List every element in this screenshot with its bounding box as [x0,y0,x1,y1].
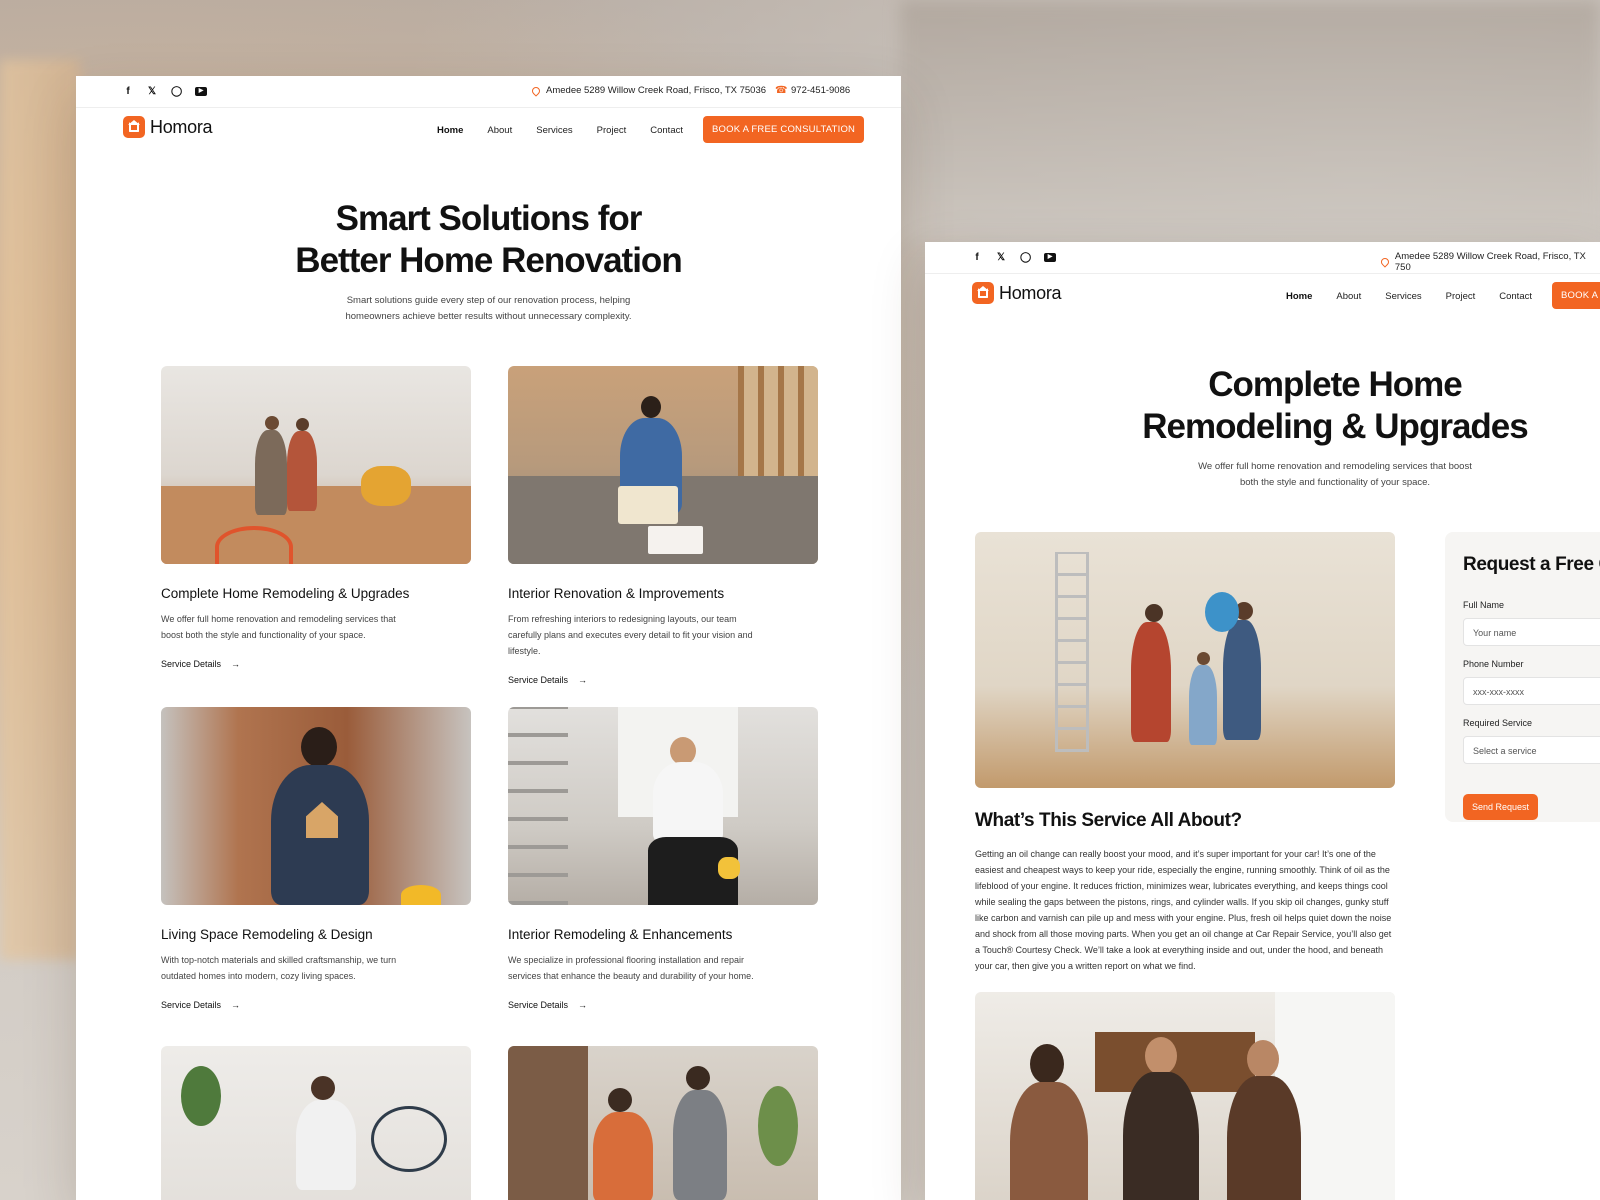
address-text: Amedee 5289 Willow Creek Road, Frisco, T… [546,85,767,96]
service-card[interactable] [508,1046,818,1200]
service-image [508,1046,818,1200]
page-title: Complete Home Remodeling & Upgrades [1142,365,1528,446]
instagram-icon[interactable]: ◯ [171,86,182,97]
location-pin-icon [1379,256,1391,268]
twitter-icon[interactable]: 𝕏 [147,86,157,97]
nav-menu: Home About Services Project Contact [1286,291,1532,302]
service-select[interactable]: Select a service [1463,736,1600,764]
service-image [508,366,818,564]
nav-contact[interactable]: Contact [650,125,683,136]
youtube-icon[interactable]: ▶ [195,87,207,96]
location-pin-icon [530,84,542,97]
arrow-right-icon: → [578,675,588,685]
logo-text: Homora [150,116,213,137]
address-text: Amedee 5289 Willow Creek Road, Frisco, T… [1394,251,1586,273]
service-image [508,707,818,905]
nav-about[interactable]: About [487,125,512,136]
service-card[interactable] [161,1046,471,1200]
top-bar: f 𝕏 ◯ ▶ Amedee 5289 Willow Creek Road, F… [76,76,901,108]
arrow-right-icon: → [231,1000,241,1010]
twitter-icon[interactable]: 𝕏 [996,252,1006,263]
card-title[interactable]: Living Space Remodeling & Design [161,927,471,942]
nav-services[interactable]: Services [536,125,572,136]
house-icon [972,282,994,304]
background-blur [0,60,80,960]
page-subtitle: We offer full home renovation and remode… [1198,461,1472,488]
phone-input[interactable]: xxx-xxx-xxxx [1463,677,1600,705]
phone[interactable]: ☎ 972-451-9086 [775,85,850,96]
service-details-link[interactable]: Service Details → [161,659,471,669]
nav-services[interactable]: Services [1385,291,1421,302]
section-title: What’s This Service All About? [975,810,1242,831]
service-detail-page-mockup: f 𝕏 ◯ ▶ Amedee 5289 Willow Creek Road, F… [925,242,1600,1200]
address: Amedee 5289 Willow Creek Road, Frisco, T… [1379,251,1600,273]
nav-contact[interactable]: Contact [1499,291,1532,302]
service-details-link[interactable]: Service Details → [508,1000,818,1010]
instagram-icon[interactable]: ◯ [1020,252,1031,263]
book-consultation-button[interactable]: BOOK A F [1552,282,1600,309]
name-input[interactable]: Your name [1463,618,1600,646]
phone-text: 972-451-9086 [791,85,851,96]
logo[interactable]: Homora [123,116,213,138]
service-card[interactable]: Interior Renovation & Improvements From … [508,366,818,685]
background-blur [900,0,1600,240]
arrow-right-icon: → [578,1000,588,1010]
facebook-icon[interactable]: f [972,252,982,263]
service-hero-image [975,532,1395,788]
card-description: From refreshing interiors to redesigning… [508,614,753,656]
free-quote-form: Request a Free C Full Name Your name Pho… [1445,532,1600,822]
service-card[interactable]: Living Space Remodeling & Design With to… [161,707,471,1010]
name-label: Full Name [1463,600,1505,610]
card-description: With top-notch materials and skilled cra… [161,955,397,981]
address: Amedee 5289 Willow Creek Road, Frisco, T… [530,84,767,97]
top-bar: f 𝕏 ◯ ▶ Amedee 5289 Willow Creek Road, F… [925,242,1600,274]
phone-label: Phone Number [1463,659,1524,669]
facebook-icon[interactable]: f [123,86,133,97]
social-links: f 𝕏 ◯ ▶ [972,252,1056,263]
section-body: Getting an oil change can really boost y… [975,849,1392,971]
nav-about[interactable]: About [1336,291,1361,302]
nav-project[interactable]: Project [597,125,627,136]
send-request-button[interactable]: Send Request [1463,794,1539,820]
service-details-link[interactable]: Service Details → [161,1000,471,1010]
logo-text: Homora [999,282,1062,303]
page-subtitle: Smart solutions guide every step of our … [345,295,632,322]
service-image [161,1046,471,1200]
house-icon [123,116,145,138]
nav-home[interactable]: Home [437,125,463,136]
form-title: Request a Free C [1463,554,1600,575]
youtube-icon[interactable]: ▶ [1044,253,1056,262]
book-consultation-button[interactable]: BOOK A FREE CONSULTATION [703,116,865,143]
services-page-mockup: f 𝕏 ◯ ▶ Amedee 5289 Willow Creek Road, F… [76,76,901,1200]
service-card[interactable]: Interior Remodeling & Enhancements We sp… [508,707,818,1010]
social-links: f 𝕏 ◯ ▶ [123,86,207,97]
arrow-right-icon: → [231,659,241,669]
nav-menu: Home About Services Project Contact [437,125,683,136]
service-details-link[interactable]: Service Details → [508,675,818,685]
card-description: We specialize in professional flooring i… [508,955,754,981]
card-title[interactable]: Interior Renovation & Improvements [508,586,818,601]
service-card[interactable]: Complete Home Remodeling & Upgrades We o… [161,366,471,669]
nav-home[interactable]: Home [1286,291,1312,302]
service-image [161,366,471,564]
service-label: Required Service [1463,718,1533,728]
main-nav: Homora Home About Services Project Conta… [76,108,901,153]
page-title: Smart Solutions for Better Home Renovati… [295,199,682,280]
phone-icon: ☎ [775,84,788,96]
card-title[interactable]: Interior Remodeling & Enhancements [508,927,818,942]
nav-project[interactable]: Project [1446,291,1476,302]
service-image [161,707,471,905]
main-nav: Homora Home About Services Project Conta… [925,274,1600,319]
card-title[interactable]: Complete Home Remodeling & Upgrades [161,586,471,601]
team-image [975,992,1395,1200]
logo[interactable]: Homora [972,282,1062,304]
card-description: We offer full home renovation and remode… [161,614,396,640]
